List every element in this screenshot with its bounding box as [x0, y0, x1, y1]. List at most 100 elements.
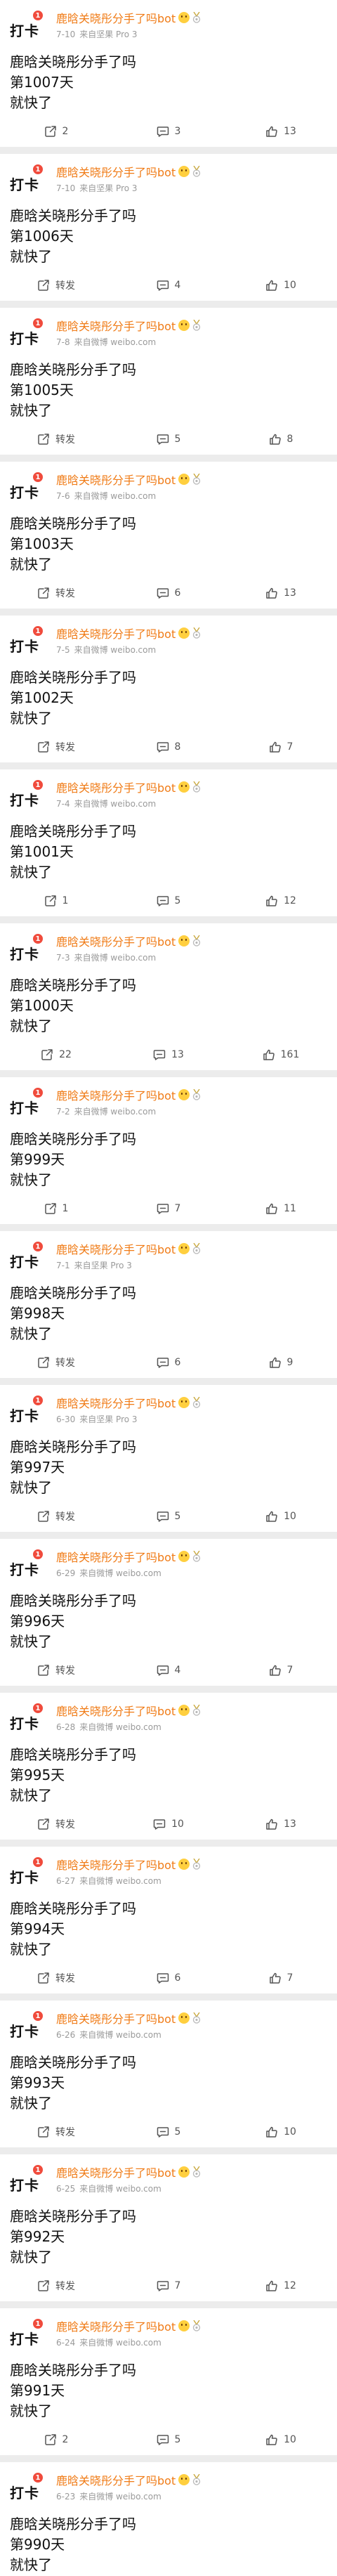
avatar[interactable]: 打卡 1 — [10, 779, 45, 814]
post-content[interactable]: 鹿晗关晓彤分手了吗 第995天 就快了 — [10, 1745, 327, 1806]
like-button[interactable]: 12 — [225, 885, 337, 916]
post-content[interactable]: 鹿晗关晓彤分手了吗 第1002天 就快了 — [10, 668, 327, 729]
comment-button[interactable]: 7 — [112, 2270, 225, 2301]
avatar[interactable]: 打卡 1 — [10, 1703, 45, 1738]
username-link[interactable]: 鹿晗关晓彤分手了吗bot — [56, 2317, 176, 2334]
username-link[interactable]: 鹿晗关晓彤分手了吗bot — [56, 9, 176, 26]
username-link[interactable]: 鹿晗关晓彤分手了吗bot — [56, 932, 176, 949]
post-content[interactable]: 鹿晗关晓彤分手了吗 第997天 就快了 — [10, 1437, 327, 1498]
like-button[interactable]: 10 — [225, 270, 337, 301]
post-card[interactable]: 打卡 1 鹿晗关晓彤分手了吗bot 6-29 来自微博 weibo.com 鹿晗… — [0, 1539, 337, 1686]
post-card[interactable]: 打卡 1 鹿晗关晓彤分手了吗bot 7-6 来自微博 weibo.com 鹿晗关… — [0, 462, 337, 609]
like-button[interactable]: 7 — [225, 1963, 337, 1993]
like-button[interactable]: 10 — [225, 2116, 337, 2147]
username-link[interactable]: 鹿晗关晓彤分手了吗bot — [56, 317, 176, 334]
username-link[interactable]: 鹿晗关晓彤分手了吗bot — [56, 1548, 176, 1565]
post-card[interactable]: 打卡 1 鹿晗关晓彤分手了吗bot 7-2 来自微博 weibo.com 鹿晗关… — [0, 1077, 337, 1224]
avatar[interactable]: 打卡 1 — [10, 318, 45, 353]
like-button[interactable]: 10 — [225, 2424, 337, 2455]
post-content[interactable]: 鹿晗关晓彤分手了吗 第1000天 就快了 — [10, 975, 327, 1036]
repost-button[interactable]: 转发 — [0, 731, 112, 762]
avatar[interactable]: 打卡 1 — [10, 1241, 45, 1276]
repost-button[interactable]: 1 — [0, 885, 112, 916]
like-button[interactable]: 7 — [225, 1655, 337, 1686]
avatar[interactable]: 打卡 1 — [10, 1087, 45, 1122]
avatar[interactable]: 打卡 1 — [10, 625, 45, 661]
repost-button[interactable]: 22 — [0, 1039, 112, 1070]
repost-button[interactable]: 转发 — [0, 2116, 112, 2147]
username-link[interactable]: 鹿晗关晓彤分手了吗bot — [56, 1240, 176, 1257]
post-content[interactable]: 鹿晗关晓彤分手了吗 第992天 就快了 — [10, 2206, 327, 2268]
comment-button[interactable]: 6 — [112, 1347, 225, 1378]
post-content[interactable]: 鹿晗关晓彤分手了吗 第996天 就快了 — [10, 1591, 327, 1652]
username-link[interactable]: 鹿晗关晓彤分手了吗bot — [56, 471, 176, 488]
avatar[interactable]: 打卡 1 — [10, 933, 45, 968]
post-content[interactable]: 鹿晗关晓彤分手了吗 第991天 就快了 — [10, 2360, 327, 2421]
avatar[interactable]: 打卡 1 — [10, 471, 45, 507]
like-button[interactable]: 8 — [225, 424, 337, 455]
comment-button[interactable]: 5 — [112, 885, 225, 916]
repost-button[interactable]: 转发 — [0, 270, 112, 301]
post-card[interactable]: 打卡 1 鹿晗关晓彤分手了吗bot 6-24 来自微博 weibo.com 鹿晗… — [0, 2308, 337, 2455]
avatar[interactable]: 打卡 1 — [10, 2472, 45, 2507]
username-link[interactable]: 鹿晗关晓彤分手了吗bot — [56, 1394, 176, 1411]
avatar[interactable]: 打卡 1 — [10, 1856, 45, 1892]
username-link[interactable]: 鹿晗关晓彤分手了吗bot — [56, 1702, 176, 1719]
like-button[interactable]: 12 — [225, 2270, 337, 2301]
post-card[interactable]: 打卡 1 鹿晗关晓彤分手了吗bot 6-26 来自微博 weibo.com 鹿晗… — [0, 2001, 337, 2147]
repost-button[interactable]: 转发 — [0, 578, 112, 609]
repost-button[interactable]: 转发 — [0, 1655, 112, 1686]
repost-button[interactable]: 转发 — [0, 2270, 112, 2301]
post-content[interactable]: 鹿晗关晓彤分手了吗 第1007天 就快了 — [10, 52, 327, 113]
post-content[interactable]: 鹿晗关晓彤分手了吗 第999天 就快了 — [10, 1129, 327, 1190]
post-card[interactable]: 打卡 1 鹿晗关晓彤分手了吗bot 7-10 来自坚果 Pro 3 鹿晗关晓彤分… — [0, 154, 337, 301]
avatar[interactable]: 打卡 1 — [10, 164, 45, 199]
comment-button[interactable]: 5 — [112, 1501, 225, 1532]
post-card[interactable]: 打卡 1 鹿晗关晓彤分手了吗bot 7-4 来自微博 weibo.com 鹿晗关… — [0, 769, 337, 916]
repost-button[interactable]: 2 — [0, 116, 112, 147]
comment-button[interactable]: 13 — [112, 1039, 225, 1070]
username-link[interactable]: 鹿晗关晓彤分手了吗bot — [56, 625, 176, 642]
avatar[interactable]: 打卡 1 — [10, 1395, 45, 1430]
like-button[interactable]: 13 — [225, 1809, 337, 1840]
post-content[interactable]: 鹿晗关晓彤分手了吗 第1003天 就快了 — [10, 514, 327, 575]
post-card[interactable]: 打卡 1 鹿晗关晓彤分手了吗bot 7-1 来自坚果 Pro 3 鹿晗关晓彤分手… — [0, 1231, 337, 1378]
post-card[interactable]: 打卡 1 鹿晗关晓彤分手了吗bot 7-5 来自微博 weibo.com 鹿晗关… — [0, 616, 337, 762]
avatar[interactable]: 打卡 1 — [10, 2164, 45, 2199]
comment-button[interactable]: 10 — [112, 1809, 225, 1840]
like-button[interactable]: 11 — [225, 1193, 337, 1224]
like-button[interactable]: 7 — [225, 731, 337, 762]
repost-button[interactable]: 转发 — [0, 1809, 112, 1840]
post-card[interactable]: 打卡 1 鹿晗关晓彤分手了吗bot 7-3 来自微博 weibo.com 鹿晗关… — [0, 923, 337, 1070]
post-content[interactable]: 鹿晗关晓彤分手了吗 第1006天 就快了 — [10, 206, 327, 267]
username-link[interactable]: 鹿晗关晓彤分手了吗bot — [56, 2164, 176, 2180]
username-link[interactable]: 鹿晗关晓彤分手了吗bot — [56, 779, 176, 795]
avatar[interactable]: 打卡 1 — [10, 2318, 45, 2353]
username-link[interactable]: 鹿晗关晓彤分手了吗bot — [56, 1086, 176, 1103]
post-card[interactable]: 打卡 1 鹿晗关晓彤分手了吗bot 6-25 来自微博 weibo.com 鹿晗… — [0, 2154, 337, 2301]
repost-button[interactable]: 转发 — [0, 424, 112, 455]
repost-button[interactable]: 转发 — [0, 1501, 112, 1532]
comment-button[interactable]: 7 — [112, 1193, 225, 1224]
comment-button[interactable]: 6 — [112, 1963, 225, 1993]
avatar[interactable]: 打卡 1 — [10, 2010, 45, 2045]
username-link[interactable]: 鹿晗关晓彤分手了吗bot — [56, 163, 176, 180]
post-content[interactable]: 鹿晗关晓彤分手了吗 第994天 就快了 — [10, 1899, 327, 1960]
username-link[interactable]: 鹿晗关晓彤分手了吗bot — [56, 2010, 176, 2027]
repost-button[interactable]: 转发 — [0, 1963, 112, 1993]
post-content[interactable]: 鹿晗关晓彤分手了吗 第1005天 就快了 — [10, 360, 327, 421]
comment-button[interactable]: 8 — [112, 731, 225, 762]
comment-button[interactable]: 6 — [112, 578, 225, 609]
post-card[interactable]: 打卡 1 鹿晗关晓彤分手了吗bot 6-30 来自坚果 Pro 3 鹿晗关晓彤分… — [0, 1385, 337, 1532]
avatar[interactable]: 打卡 1 — [10, 1549, 45, 1584]
avatar[interactable]: 打卡 1 — [10, 10, 45, 45]
post-content[interactable]: 鹿晗关晓彤分手了吗 第998天 就快了 — [10, 1283, 327, 1344]
like-button[interactable]: 161 — [225, 1039, 337, 1070]
post-card[interactable]: 打卡 1 鹿晗关晓彤分手了吗bot 7-10 来自坚果 Pro 3 鹿晗关晓彤分… — [0, 0, 337, 147]
weibo-feed[interactable]: 打卡 1 鹿晗关晓彤分手了吗bot 7-10 来自坚果 Pro 3 鹿晗关晓彤分… — [0, 0, 337, 2576]
comment-button[interactable]: 5 — [112, 424, 225, 455]
like-button[interactable]: 10 — [225, 1501, 337, 1532]
username-link[interactable]: 鹿晗关晓彤分手了吗bot — [56, 2471, 176, 2488]
post-card[interactable]: 打卡 1 鹿晗关晓彤分手了吗bot 7-8 来自微博 weibo.com 鹿晗关… — [0, 308, 337, 455]
post-content[interactable]: 鹿晗关晓彤分手了吗 第990天 就快了 — [10, 2514, 327, 2575]
